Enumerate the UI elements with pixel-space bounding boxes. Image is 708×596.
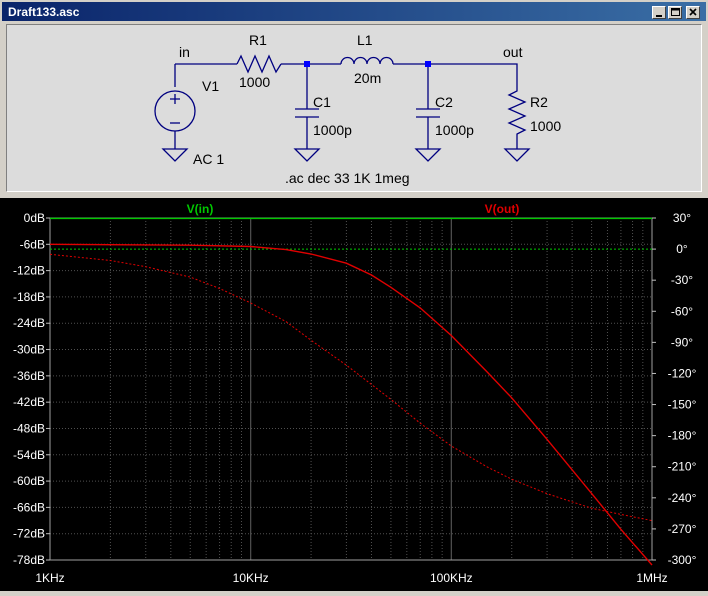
y-tick-label-left: -30dB [13,343,45,357]
close-button[interactable] [686,6,700,19]
c2-value[interactable]: 1000p [435,122,474,138]
x-tick-label: 10KHz [233,571,269,585]
trace-label-vout[interactable]: V(out) [485,202,520,216]
y-tick-label-left: -66dB [13,500,45,514]
c2-name[interactable]: C2 [435,94,453,110]
y-tick-label-right: -120° [668,366,697,380]
y-tick-label-left: -54dB [13,448,45,462]
inductor-l1[interactable] [340,56,394,65]
wire-out[interactable] [393,63,518,85]
waveform-pane[interactable]: 0dB -6dB -12dB -18dB -24dB -30dB -36dB -42dB -48… [0,198,708,591]
y-tick-label-right: -180° [668,429,697,443]
maximize-icon [671,8,680,16]
l1-name[interactable]: L1 [357,32,373,48]
spice-directive[interactable]: .ac dec 33 1K 1meg [285,170,410,186]
x-tick-label: 1KHz [35,571,64,585]
maximize-button[interactable] [668,6,682,19]
y-tick-label-left: -12dB [13,264,45,278]
y-tick-label-left: -36dB [13,369,45,383]
ground-icon [293,148,321,162]
net-label-in[interactable]: in [179,44,190,60]
minimize-button[interactable] [652,6,666,19]
x-tick-label: 100KHz [430,571,473,585]
y-tick-label-left: 0dB [24,211,45,225]
y-tick-label-left: -6dB [20,237,45,251]
y-tick-label-left: -72dB [13,527,45,541]
resistor-r2[interactable] [507,85,527,149]
y-tick-label-right: -270° [668,522,697,536]
x-tick-label: 1MHz [636,571,667,585]
y-tick-label-right: -150° [668,398,697,412]
c1-name[interactable]: C1 [313,94,331,110]
title-bar[interactable]: Draft133.asc [2,2,706,21]
trace-label-vin[interactable]: V(in) [187,202,214,216]
y-tick-label-right: 0° [676,242,688,256]
y-tick-label-right: -90° [671,335,693,349]
ground-icon [414,148,442,162]
close-icon [689,8,697,16]
l1-value[interactable]: 20m [354,70,381,86]
v1-value[interactable]: AC 1 [193,151,224,167]
junction-node [425,61,431,67]
v1-name[interactable]: V1 [202,78,219,94]
c1-value[interactable]: 1000p [313,122,352,138]
y-tick-label-left: -48dB [13,421,45,435]
schematic-pane[interactable]: in out R1 1000 L1 20m V1 AC 1 C1 1000p C… [6,24,702,192]
ground-icon [503,148,531,162]
y-tick-label-right: -240° [668,491,697,505]
y-tick-label-right: -210° [668,460,697,474]
r2-value[interactable]: 1000 [530,118,561,134]
y-tick-label-left: -60dB [13,474,45,488]
app-window: Draft133.asc in out R1 1000 L1 20m V1 AC… [0,0,708,591]
r1-value[interactable]: 1000 [239,74,270,90]
y-tick-label-right: -300° [668,553,697,567]
y-tick-label-left: -18dB [13,290,45,304]
minimize-icon [656,15,662,17]
bode-plot[interactable]: 0dB -6dB -12dB -18dB -24dB -30dB -36dB -42dB -48… [0,198,708,591]
y-tick-label-right: -30° [671,273,693,287]
window-title: Draft133.asc [8,5,80,19]
y-tick-label-left: -42dB [13,395,45,409]
resistor-r1[interactable] [236,54,282,74]
r1-name[interactable]: R1 [249,32,267,48]
y-tick-label-left: -24dB [13,316,45,330]
ground-icon [161,148,189,162]
schematic-canvas: in out R1 1000 L1 20m V1 AC 1 C1 1000p C… [154,32,561,186]
y-tick-label-right: 30° [673,211,691,225]
junction-node [304,61,310,67]
net-label-out[interactable]: out [503,44,523,60]
r2-name[interactable]: R2 [530,94,548,110]
y-tick-label-right: -60° [671,304,693,318]
y-tick-label-left: -78dB [13,553,45,567]
